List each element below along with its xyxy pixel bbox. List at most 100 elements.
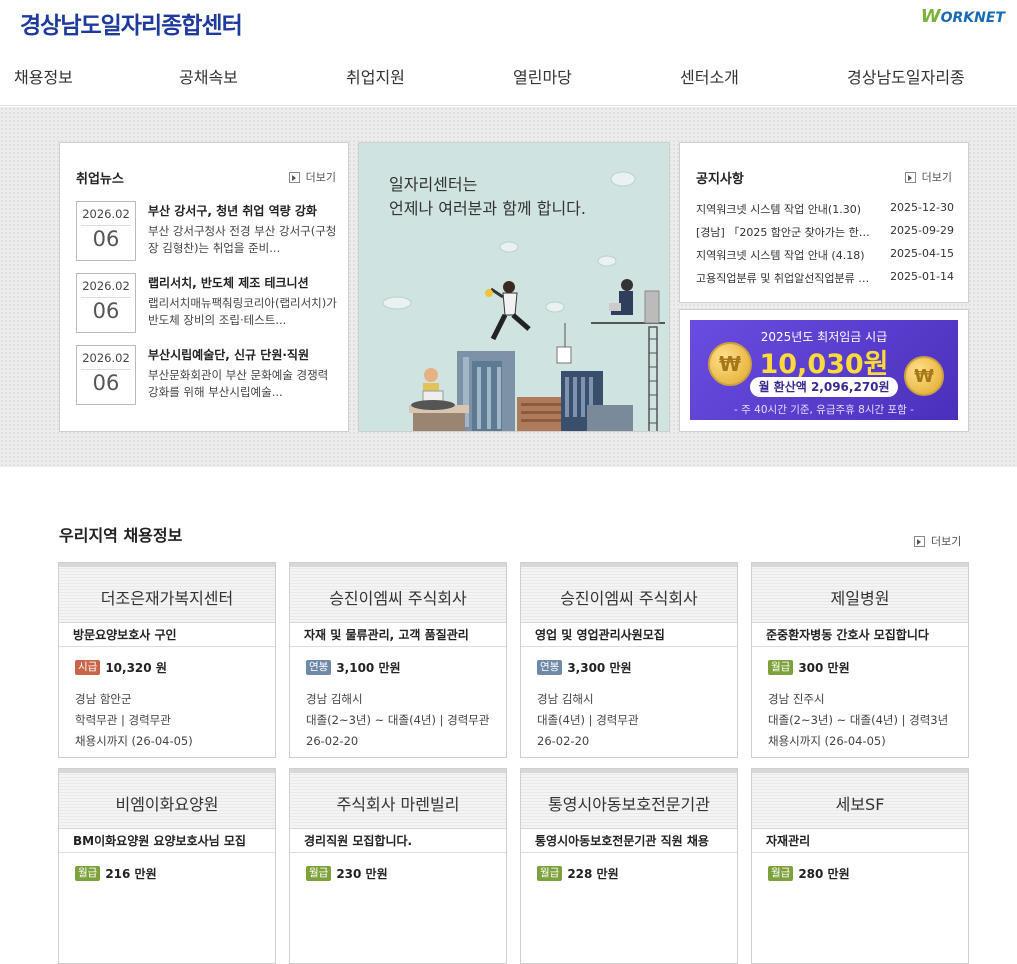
- news-item-title: 부산시립예술단, 신규 단원·직원: [148, 348, 309, 362]
- job-card[interactable]: 더조은재가복지센터방문요양보호사 구인시급 10,320 원경남 함안군 학력무관 …: [58, 562, 276, 758]
- job-card-divider: [521, 646, 737, 647]
- job-card-title: 통영시아동보호전문기관 직원 채용: [535, 834, 709, 848]
- job-card-pay: 월급 300 만원: [768, 659, 850, 676]
- job-card-company: 세보SF: [835, 795, 885, 814]
- job-card-title: 영업 및 영업관리사원모집: [535, 628, 665, 642]
- news-item[interactable]: 2026.02 06 랩리서치, 반도체 제조 테크니션 랩리서치매뉴팩춰링코리…: [76, 273, 338, 335]
- job-card-title: 방문요양보호사 구인: [73, 628, 177, 642]
- job-card-pay-amount: 10,320 원: [105, 661, 167, 675]
- job-card-detail: 채용시까지 (26-04-05): [75, 734, 193, 748]
- job-card[interactable]: 주식회사 마렌빌리 경리직원 모집합니다. 월급 230 만원: [289, 768, 507, 964]
- notice-row[interactable]: [경남] 「2025 함안군 찾아가는 한마당」 2025-09-29: [696, 224, 954, 240]
- job-card-header: 주식회사 마렌빌리: [290, 769, 506, 829]
- job-card[interactable]: 승진이엠씨 주식회사 자재 및 물류관리, 고객 품질관리 연봉 3,100 만원 경남…: [289, 562, 507, 758]
- job-card-pay-amount: 280 만원: [798, 867, 850, 881]
- job-card-title: BM이화요양원 요양보호사님 모집: [73, 834, 246, 848]
- site-logo[interactable]: 경상남도일자리종합센터: [20, 6, 243, 40]
- news-item[interactable]: 2026.02 06 부산 강서구, 청년 취업 역량 강화 부산 강서구청사 …: [76, 201, 338, 263]
- job-card-header: 세보SF: [752, 769, 968, 829]
- chevron-right-icon: [914, 535, 925, 547]
- nav-recruit-info[interactable]: 채용정보: [14, 64, 73, 88]
- job-card-pay: 시급 10,320 원: [75, 659, 167, 676]
- job-card-detail: 대졸(2~3년) ~ 대졸(4년) | 경력무관: [306, 713, 490, 727]
- job-card[interactable]: 통영시아동보호전문기관통영시아동보호전문기관 직원 채용월급 228 만원: [520, 768, 738, 964]
- news-item-desc: 부산 강서구청사 전경 부산 강서구(구청장 김형찬)는 취업을 준비...: [148, 224, 337, 255]
- job-card-company: 통영시아동보호전문기관: [548, 795, 710, 814]
- news-item-desc: 랩리서치매뉴팩춰링코리아(랩리서치)가 반도체 장비의 조립·테스트...: [148, 296, 337, 327]
- job-card-details: 경남 함안군 학력무관 | 경력무관 채용시까지 (26-04-05): [75, 689, 275, 752]
- job-card-divider: [290, 646, 506, 647]
- job-card-pay-amount: 230 만원: [336, 867, 388, 881]
- job-card[interactable]: 제일병원준중환자병동 간호사 모집합니다월급 300 만원경남 진주시대졸(2~3…: [751, 562, 969, 758]
- minimum-wage-banner[interactable]: ₩ ₩ 2025년도 최저임금 시급 10,030원 월 환산액 2,096,2…: [690, 320, 958, 420]
- news-item-desc: 부산문화회관이 부산 문화예술 경쟁력 강화를 위해 부산시립예술...: [148, 368, 329, 399]
- job-card-header: 승진이엠씨 주식회사: [521, 563, 737, 623]
- local-jobs-title: 우리지역 채용정보: [59, 526, 183, 545]
- news-date: 2026.02 06: [76, 201, 136, 261]
- job-card-company: 비엠이화요양원: [115, 795, 219, 814]
- news-date: 2026.02 06: [76, 273, 136, 333]
- pay-type-badge: 월급: [768, 660, 794, 675]
- job-card-detail: 26-02-20: [537, 734, 590, 748]
- jobs-more-link[interactable]: 더보기: [914, 533, 961, 549]
- job-card-pay: 월급 216 만원: [75, 865, 157, 882]
- nav-job-support[interactable]: 취업지원: [346, 64, 405, 88]
- job-card-pay-amount: 300 만원: [798, 661, 850, 675]
- wage-banner-monthly: 월 환산액 2,096,270원: [750, 377, 898, 397]
- nav-public-recruit[interactable]: 공채속보: [179, 64, 238, 88]
- pay-type-badge: 연봉: [537, 660, 563, 675]
- job-card[interactable]: 비엠이화요양원 BM이화요양원 요양보호사님 모집월급 216 만원: [58, 768, 276, 964]
- pay-type-badge: 월급: [306, 866, 332, 881]
- news-item-title: 부산 강서구, 청년 취업 역량 강화: [148, 204, 317, 218]
- job-card[interactable]: 승진이엠씨 주식회사영업 및 영업관리사원모집연봉 3,300 만원경남 김해시 대…: [520, 562, 738, 758]
- news-more-link[interactable]: 더보기: [288, 169, 336, 185]
- notice-more-link[interactable]: 더보기: [904, 169, 952, 185]
- job-card-pay: 월급 280 만원: [768, 865, 850, 882]
- job-card-header: 더조은재가복지센터: [59, 563, 275, 623]
- job-card-pay: 연봉 3,100 만원: [306, 659, 401, 676]
- notice-title: 공지사항: [696, 172, 744, 187]
- job-card-company: 제일병원: [830, 589, 890, 608]
- job-card-divider: [290, 852, 506, 853]
- job-card-header: 승진이엠씨 주식회사: [290, 563, 506, 623]
- job-card-divider: [59, 852, 275, 853]
- chevron-right-icon: [288, 171, 300, 183]
- wage-banner-note: - 주 40시간 기준, 유급주휴 8시간 포함 -: [734, 404, 914, 416]
- pay-type-badge: 월급: [75, 866, 101, 881]
- job-card-detail: 경남 진주시: [768, 692, 825, 706]
- job-card-detail: 경남 김해시: [306, 692, 363, 706]
- notice-panel: 공지사항 더보기 지역워크넷 시스템 작업 안내(1.30) 2025-12-30…: [679, 142, 969, 303]
- job-card-header: 통영시아동보호전문기관: [521, 769, 737, 829]
- news-item[interactable]: 2026.02 06 부산시립예술단, 신규 단원·직원 부산문화회관이 부산 …: [76, 345, 338, 407]
- job-card-pay: 연봉 3,300 만원: [537, 659, 632, 676]
- nav-center-intro[interactable]: 센터소개: [680, 64, 739, 88]
- notice-row[interactable]: 고용직업분류 및 취업알선직업분류 개편 2025-01-14: [696, 270, 954, 286]
- nav-open-forum[interactable]: 열린마당: [513, 64, 572, 88]
- job-card-company: 주식회사 마렌빌리: [336, 795, 460, 814]
- center-illustration-banner[interactable]: 일자리센터는 언제나 여러분과 함께 합니다.: [358, 142, 670, 432]
- job-card-details: 경남 김해시 대졸(2~3년) ~ 대졸(4년) | 경력무관 26-02-20: [306, 689, 506, 752]
- job-card-company: 승진이엠씨 주식회사: [329, 589, 467, 608]
- job-card-details: 경남 진주시 대졸(2~3년) ~ 대졸(4년) | 경력3년 채용시까지 (26-…: [768, 689, 968, 752]
- nav-gyeongnam[interactable]: 경상남도일자리종: [847, 64, 965, 88]
- job-card-title: 준중환자병동 간호사 모집합니다: [766, 628, 929, 642]
- news-title: 취업뉴스: [76, 172, 124, 187]
- job-card-detail: 대졸(2~3년) ~ 대졸(4년) | 경력3년: [768, 713, 949, 727]
- job-card-pay: 월급 228 만원: [537, 865, 619, 882]
- pay-type-badge: 시급: [75, 660, 101, 675]
- job-card-pay-amount: 228 만원: [567, 867, 619, 881]
- job-card[interactable]: 세보SF 자재관리 월급 280 만원: [751, 768, 969, 964]
- job-card-details: 경남 김해시 대졸(4년) | 경력무관 26-02-20: [537, 689, 737, 752]
- notice-row[interactable]: 지역워크넷 시스템 작업 안내(1.30) 2025-12-30: [696, 201, 954, 217]
- job-card-divider: [752, 852, 968, 853]
- job-card-detail: 경남 함안군: [75, 692, 132, 706]
- main-nav: 채용정보 공채속보 취업지원 열린마당 센터소개 경상남도일자리종: [0, 64, 1017, 90]
- notice-row[interactable]: 지역워크넷 시스템 작업 안내 (4.18) 2025-04-15: [696, 247, 954, 263]
- wage-banner-amount: 10,030원: [759, 349, 889, 380]
- job-card-divider: [59, 646, 275, 647]
- job-card-pay: 월급 230 만원: [306, 865, 388, 882]
- job-card-pay-amount: 3,300 만원: [567, 661, 632, 675]
- chevron-right-icon: [904, 171, 916, 183]
- job-card-detail: 경남 김해시: [537, 692, 594, 706]
- worknet-logo[interactable]: WORKNET: [921, 6, 1005, 27]
